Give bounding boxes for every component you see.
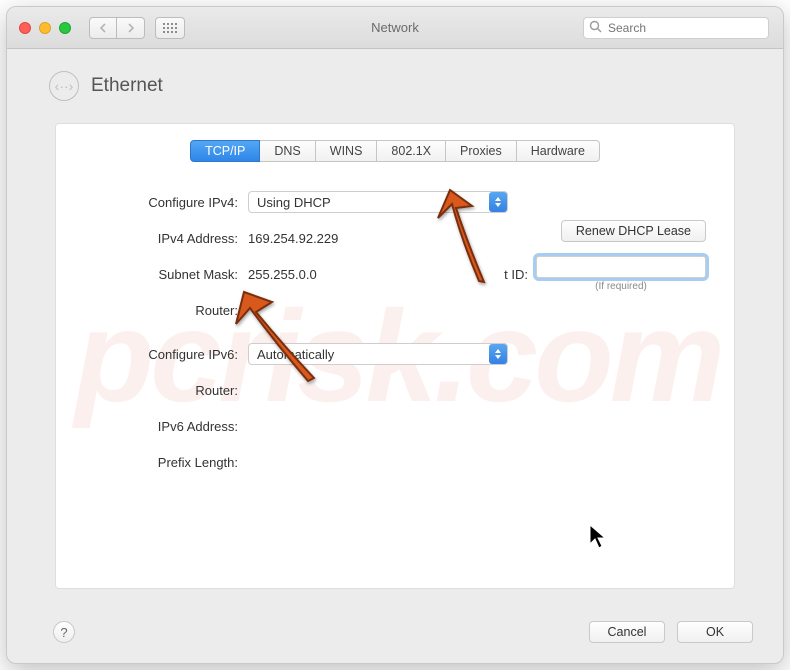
page-title: Ethernet bbox=[91, 75, 163, 97]
label-configure-ipv4: Configure IPv4: bbox=[84, 195, 248, 210]
ethernet-icon: ‹··› bbox=[49, 71, 79, 101]
settings-panel: pcrisk.com TCP/IP DNS WINS 802.1X Proxie… bbox=[55, 123, 735, 589]
help-button[interactable]: ? bbox=[53, 621, 75, 643]
label-configure-ipv6: Configure IPv6: bbox=[84, 347, 248, 362]
zoom-window-button[interactable] bbox=[59, 22, 71, 34]
tab-bar: TCP/IP DNS WINS 802.1X Proxies Hardware bbox=[56, 140, 734, 162]
tab-dns[interactable]: DNS bbox=[260, 140, 315, 162]
stepper-icon bbox=[489, 344, 507, 364]
configure-ipv4-select[interactable]: Using DHCP bbox=[248, 191, 508, 213]
label-subnet-mask: Subnet Mask: bbox=[84, 267, 248, 282]
ipv4-address-value: 169.254.92.229 bbox=[248, 231, 338, 246]
cancel-button[interactable]: Cancel bbox=[589, 621, 665, 643]
configure-ipv6-select[interactable]: Automatically bbox=[248, 343, 508, 365]
search-icon bbox=[589, 20, 602, 38]
label-ipv6-address: IPv6 Address: bbox=[84, 419, 248, 434]
close-window-button[interactable] bbox=[19, 22, 31, 34]
grid-icon bbox=[163, 23, 177, 33]
back-button[interactable] bbox=[89, 17, 117, 39]
tab-proxies[interactable]: Proxies bbox=[446, 140, 517, 162]
tab-hardware[interactable]: Hardware bbox=[517, 140, 600, 162]
cursor-icon bbox=[589, 524, 609, 555]
configure-ipv6-value: Automatically bbox=[257, 347, 334, 362]
titlebar: Network bbox=[7, 7, 783, 49]
forward-button[interactable] bbox=[117, 17, 145, 39]
if-required-hint: (If required) bbox=[595, 281, 647, 292]
label-prefix-length: Prefix Length: bbox=[84, 455, 248, 470]
label-ipv4-address: IPv4 Address: bbox=[84, 231, 248, 246]
tab-wins[interactable]: WINS bbox=[316, 140, 378, 162]
label-router-ipv4: Router: bbox=[84, 303, 248, 318]
tab-8021x[interactable]: 802.1X bbox=[377, 140, 446, 162]
label-dhcp-client-id: DHCP Client ID: bbox=[434, 267, 528, 282]
chevron-right-icon bbox=[127, 23, 135, 33]
configure-ipv4-value: Using DHCP bbox=[257, 195, 331, 210]
dhcp-client-id-input[interactable] bbox=[536, 256, 706, 278]
search-input[interactable] bbox=[583, 17, 769, 39]
minimize-window-button[interactable] bbox=[39, 22, 51, 34]
tab-tcpip[interactable]: TCP/IP bbox=[190, 140, 260, 162]
show-all-button[interactable] bbox=[155, 17, 185, 39]
chevron-left-icon bbox=[99, 23, 107, 33]
subnet-mask-value: 255.255.0.0 bbox=[248, 267, 317, 282]
prefs-window: Network ‹··› Ethernet pcrisk.com TCP/IP … bbox=[6, 6, 784, 664]
renew-dhcp-lease-button[interactable]: Renew DHCP Lease bbox=[561, 220, 706, 242]
footer: ? Cancel OK bbox=[7, 601, 783, 663]
label-router-ipv6: Router: bbox=[84, 383, 248, 398]
stepper-icon bbox=[489, 192, 507, 212]
ok-button[interactable]: OK bbox=[677, 621, 753, 643]
